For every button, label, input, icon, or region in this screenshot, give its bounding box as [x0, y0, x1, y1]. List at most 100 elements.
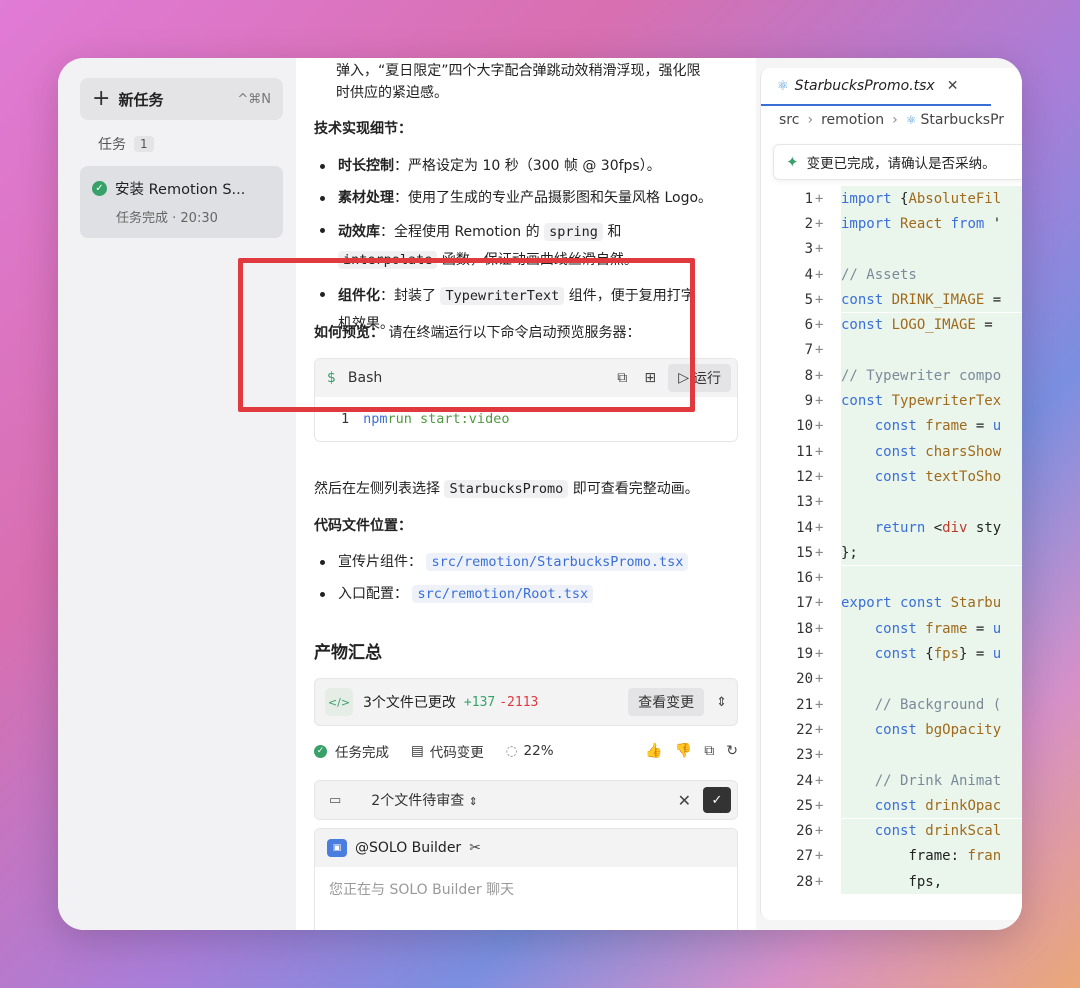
code-text: const charsShow: [841, 439, 1022, 465]
inline-code: spring: [544, 223, 603, 241]
after-text-pre: 然后在左侧列表选择: [314, 481, 445, 497]
agent-name: @SOLO Builder: [355, 840, 462, 856]
refresh-icon[interactable]: ↻: [726, 743, 738, 759]
added-line-marker: +: [815, 570, 824, 587]
close-icon[interactable]: ✕: [678, 791, 691, 810]
bullet-text: 和: [602, 224, 622, 240]
code-line: 17 + export const Starbu: [761, 590, 1022, 617]
code-text: const drinkOpac: [841, 793, 1022, 819]
sidebar: + 新任务 ^⌘N 任务 1 ✓ 安装 Remotion S... 任务完成 ·…: [58, 58, 296, 930]
sidebar-task-item[interactable]: ✓ 安装 Remotion S... 任务完成 · 20:30: [80, 166, 283, 238]
code-line: 9 + const TypewriterTex: [761, 388, 1022, 414]
line-number: 22: [796, 721, 813, 738]
editor-tab[interactable]: ⚛ StarbucksPromo.tsx ✕: [761, 68, 991, 106]
added-line-marker: +: [815, 595, 824, 612]
insert-icon[interactable]: ⊞: [638, 366, 662, 390]
line-number: 20: [796, 671, 813, 688]
thumbs-up-icon[interactable]: 👍: [645, 743, 662, 759]
line-number: 17: [796, 595, 813, 612]
app-window: + 新任务 ^⌘N 任务 1 ✓ 安装 Remotion S... 任务完成 ·…: [58, 58, 1022, 930]
new-task-button[interactable]: + 新任务 ^⌘N: [80, 78, 283, 120]
code-line: 1 + import {AbsoluteFil: [761, 186, 1022, 212]
react-icon: ⚛: [905, 113, 917, 127]
breadcrumb-item[interactable]: src: [779, 112, 799, 128]
breadcrumb-item[interactable]: remotion: [821, 112, 884, 128]
line-number: 25: [796, 797, 813, 814]
added-line-marker: +: [815, 620, 824, 637]
view-changes-button[interactable]: 查看变更: [628, 688, 705, 716]
line-number: 2: [804, 215, 813, 232]
review-dropdown[interactable]: 2个文件待审查 ⇕: [371, 790, 677, 810]
added-line-marker: +: [815, 241, 824, 258]
code-line: 3 +: [761, 236, 1022, 262]
spinner-icon: ◌: [505, 743, 518, 759]
code-text: // Background (: [841, 692, 1022, 718]
code-text: const drinkScal: [841, 818, 1022, 844]
file-path-link[interactable]: src/remotion/StarbucksPromo.tsx: [426, 553, 689, 571]
added-line-marker: +: [815, 266, 824, 283]
accept-button[interactable]: ✓: [703, 787, 731, 813]
bullet-text: 组件，便于复用打字: [564, 288, 695, 304]
code-changes-status[interactable]: ▤ 代码变更: [411, 741, 484, 761]
line-number: 24: [796, 772, 813, 789]
file-path-link[interactable]: src/remotion/Root.tsx: [412, 585, 594, 603]
bullet-text: 函数，保证动画曲线丝滑自然。: [437, 252, 638, 268]
task-meta: 任务完成 · 20:30: [116, 211, 218, 226]
code-text: export const Starbu: [841, 590, 1022, 617]
bullet-title: 动效库: [338, 224, 380, 240]
added-line-marker: +: [815, 772, 824, 789]
code-text: return < div sty: [841, 514, 1022, 541]
line-number: 13: [796, 494, 813, 511]
thumbs-down-icon[interactable]: 👎: [675, 743, 692, 759]
react-icon: ⚛: [777, 78, 789, 94]
bullet-text: ：全程使用 Remotion 的: [380, 224, 545, 240]
chevron-up-down-icon: ⇕: [468, 795, 478, 808]
intro-text-line-2: 时供应的紧迫感。: [336, 85, 448, 101]
code-text: fps,: [841, 869, 1022, 895]
copy-icon[interactable]: ⧉: [610, 366, 634, 390]
list-item: 时长控制：严格设定为 10 秒（300 帧 @ 30fps）。: [314, 154, 738, 178]
line-number: 10: [796, 418, 813, 435]
added-line-marker: +: [815, 721, 824, 738]
close-icon[interactable]: ✕: [947, 78, 959, 94]
code-line: 10 + const frame = u: [761, 413, 1022, 439]
copy-icon[interactable]: ⧉: [704, 743, 714, 759]
tasks-heading: 任务 1: [98, 134, 154, 154]
files-heading: 代码文件位置：: [314, 518, 412, 534]
line-number: 5: [804, 291, 813, 308]
changes-summary: </> 3个文件已更改 +137 -2113 查看变更 ⇕: [314, 678, 738, 726]
code-text: const DRINK_IMAGE =: [841, 287, 1022, 313]
code-line: 5 + const DRINK_IMAGE =: [761, 287, 1022, 313]
chat-input[interactable]: 您正在与 SOLO Builder 聊天: [315, 867, 737, 911]
run-button[interactable]: ▷ 运行: [668, 364, 731, 392]
chevron-right-icon: ›: [807, 112, 814, 128]
code-line: 15 +};: [761, 540, 1022, 566]
breadcrumb-item[interactable]: StarbucksPr: [921, 112, 1005, 128]
added-line-marker: +: [815, 393, 824, 410]
code-line: 22 + const bgOpacity: [761, 717, 1022, 743]
code-line: 21 + // Background (: [761, 692, 1022, 718]
bullet-text: ：使用了生成的专业产品摄影图和矢量风格 Logo。: [394, 190, 713, 206]
added-line-marker: +: [815, 317, 824, 334]
added-line-marker: +: [815, 367, 824, 384]
line-number: 26: [796, 823, 813, 840]
bullet-title: 组件化: [338, 288, 380, 304]
new-task-shortcut: ^⌘N: [237, 91, 271, 107]
code-changes-label: 代码变更: [429, 745, 484, 761]
list-item: 入口配置： src/remotion/Root.tsx: [314, 582, 738, 606]
added-line-marker: +: [815, 468, 824, 485]
code-editor: ⚛ StarbucksPromo.tsx ✕ src › remotion › ⚛ Sta…: [760, 68, 1022, 920]
bullet-text: ：严格设定为 10 秒（300 帧 @ 30fps）。: [394, 158, 661, 174]
tech-bullet-list: 时长控制：严格设定为 10 秒（300 帧 @ 30fps）。 素材处理：使用了…: [314, 154, 738, 338]
chevron-right-icon: ›: [892, 112, 898, 128]
changes-text: 3个文件已更改: [363, 695, 456, 711]
code-area[interactable]: 1 + import {AbsoluteFil 2 + import React from…: [761, 186, 1022, 906]
bullet-title: 素材处理: [338, 190, 394, 206]
sparkle-icon: ✦: [786, 153, 799, 171]
tools-icon[interactable]: ✂: [469, 840, 481, 856]
code-line: 11 + const charsShow: [761, 439, 1022, 465]
code-text: [841, 236, 1022, 262]
tab-filename: StarbucksPromo.tsx: [794, 78, 935, 94]
chevron-up-down-icon[interactable]: ⇕: [716, 695, 727, 710]
line-number: 21: [796, 696, 813, 713]
